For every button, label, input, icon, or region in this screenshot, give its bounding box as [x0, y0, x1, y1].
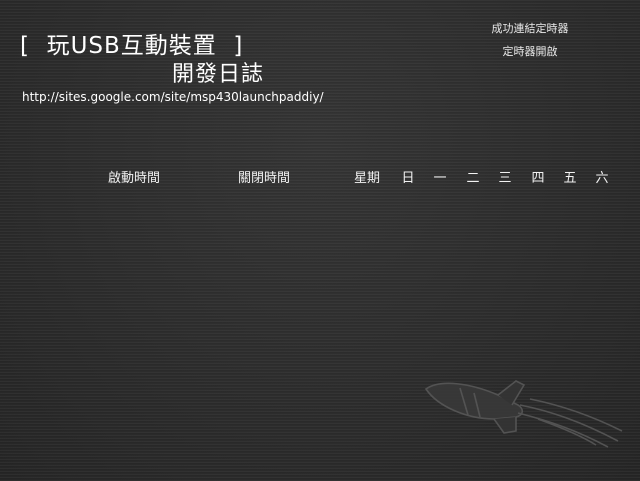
weekday-wed: 三: [498, 171, 512, 186]
rocket-icon: [424, 380, 623, 448]
weekday-sun: 日: [401, 171, 415, 186]
connection-status: 成功連結定時器: [491, 22, 569, 35]
weekday-mon: 一: [433, 171, 447, 186]
weekday-thu: 四: [531, 171, 545, 186]
stop-time-header: 關閉時間: [238, 171, 291, 186]
weekday-tue: 二: [466, 171, 480, 186]
weekday-sat: 六: [595, 171, 609, 186]
timer-status: 定時器開啟: [502, 45, 558, 58]
start-time-header: 啟動時間: [108, 171, 161, 186]
app-title: [ 玩USB互動裝置 ]: [20, 33, 244, 59]
app-subtitle: 開發日誌: [172, 62, 265, 87]
app-window: [ 玩USB互動裝置 ] 開發日誌 http://sites.google.co…: [0, 0, 640, 481]
site-url-link[interactable]: http://sites.google.com/site/msp430launc…: [22, 90, 324, 104]
weekday-header: 星期: [354, 171, 381, 186]
weekday-fri: 五: [563, 171, 577, 186]
